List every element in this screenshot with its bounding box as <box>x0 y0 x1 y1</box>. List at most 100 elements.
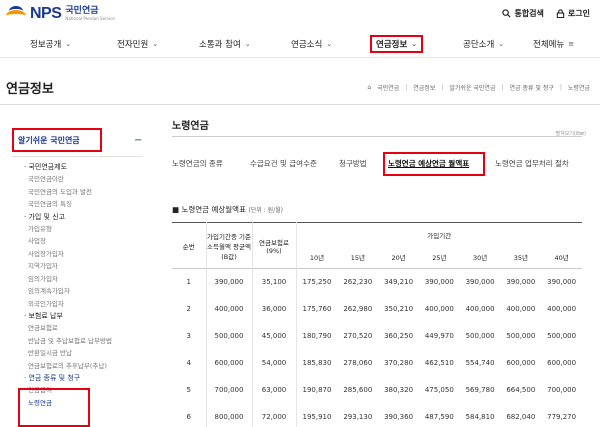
table-cell: 584,810 <box>465 413 495 421</box>
table-cell: 462,510 <box>424 359 454 367</box>
table-cell: 360,250 <box>384 332 414 340</box>
table-cell: 185,830 <box>302 359 332 367</box>
sidebar-title[interactable]: 알기쉬운 국민연금 <box>12 128 102 152</box>
table-cell: 500,000 <box>206 322 253 350</box>
tab-highlight-box <box>383 152 485 176</box>
sidebar-item[interactable]: 지역가입자 <box>28 263 144 270</box>
integrated-search-link[interactable]: 통합검색 <box>502 8 544 19</box>
gnb-item-pension-info[interactable]: 연금정보 ⌄ <box>370 35 424 53</box>
gnb-label: 연금정보 <box>376 40 408 50</box>
table-cell: 449,970 <box>424 332 454 340</box>
table-cell: 500,000 <box>465 332 495 340</box>
table-cell: 195,910 <box>302 413 332 421</box>
header-year: 40년 <box>554 254 569 263</box>
gnb-item-about[interactable]: 공단소개 ⌄ <box>463 38 504 50</box>
table-cell: 54,000 <box>252 349 297 377</box>
table-cell: 2 <box>172 295 207 323</box>
breadcrumb-item[interactable]: 국민연금 <box>377 83 399 92</box>
table-cell: 390,000 <box>424 278 454 287</box>
table-cell: 180,790 <box>302 332 332 340</box>
sidebar-item[interactable]: 국민연금이란 <box>28 176 144 183</box>
table-cell: 400,000 <box>206 295 253 323</box>
sidebar-group-active[interactable]: · 연금 종류 및 청구 <box>24 375 144 382</box>
search-icon <box>502 9 511 18</box>
table-row: 3 500,000 45,000 180,790 270,520 360,250 449,9… <box>172 322 582 350</box>
login-link[interactable]: 로그인 <box>556 8 590 19</box>
gnb-item-all-menu[interactable]: 전체메뉴 ≡ <box>533 38 574 50</box>
chevron-down-icon: ⌄ <box>244 40 251 48</box>
table-cell: 35,100 <box>252 268 297 296</box>
sidebar-item[interactable]: 국민연금의 특징 <box>28 201 144 208</box>
table-cell: 664,500 <box>506 386 536 394</box>
sidebar-item[interactable]: 연금보험료의 추후납부(추납) <box>28 362 144 370</box>
table-cell: 400,000 <box>506 305 536 313</box>
header-year: 15년 <box>350 254 365 263</box>
sidebar-item[interactable]: 임의계속가입자 <box>28 288 144 295</box>
gnb-label: 정보공개 <box>30 40 62 50</box>
table-cell: 390,000 <box>465 278 495 287</box>
table-cell: 400,000 <box>424 305 454 313</box>
sidebar-item[interactable]: 외국인가입자 <box>28 300 144 308</box>
sidebar-item[interactable]: 반납금 및 추납보험료 납부방법 <box>28 337 144 345</box>
chevron-down-icon: ⌄ <box>65 40 72 48</box>
header-income: 가입기간중 기준 소득월액 평균액(B값) <box>206 222 253 269</box>
collapse-icon[interactable]: − <box>134 135 142 146</box>
table-cell: 175,760 <box>302 305 332 313</box>
sidebar-item[interactable]: 사업장가입자 <box>28 250 144 258</box>
gnb-item-info[interactable]: 정보공개 ⌄ <box>30 38 71 50</box>
table-cell: 500,000 <box>506 332 536 340</box>
nps-logo-mark-icon <box>6 4 26 24</box>
table-cell: 700,000 <box>547 386 577 394</box>
sidebar-item[interactable]: 반환일시금 반납 <box>28 350 144 357</box>
table-row: 2 400,000 36,000 175,760 262,980 350,210 400,0… <box>172 295 582 323</box>
tab-claim[interactable]: 청구방법 <box>339 158 367 169</box>
table-unit: (단위 : 원/월) <box>248 207 283 214</box>
breadcrumb-item[interactable]: 노령연금 <box>568 83 590 92</box>
table-cell: 262,980 <box>343 305 373 313</box>
sidebar-group[interactable]: · 보험료 납부 <box>24 313 144 320</box>
header-no: 순번 <box>172 222 207 269</box>
table-row: 1 390,000 35,100 175,250 262,230 349,210 390,0… <box>172 268 582 296</box>
table-cell: 390,000 <box>506 278 536 287</box>
tab-types[interactable]: 노령연금의 종류 <box>172 158 223 169</box>
sidebar-item[interactable]: 국민연금의 도입과 발전 <box>28 188 144 196</box>
gnb-item-eservice[interactable]: 전자민원 ⌄ <box>117 38 158 50</box>
pension-estimate-table: 순번 가입기간중 기준 소득월액 평균액(B값) 연금보험료 (9%) 가입기간… <box>172 222 582 427</box>
sidebar-group[interactable]: · 국민연금제도 <box>24 164 144 171</box>
table-title-text: 노령연금 예상월액표 <box>181 205 246 214</box>
nps-logo[interactable]: NPS 국민연금 National Pension Service <box>6 2 116 26</box>
global-nav: 정보공개 ⌄ 전자민원 ⌄ 소통과 참여 ⌄ 연금소식 ⌄ 연금정보 ⌄ 공단소개 ⌄ 전체… <box>0 34 600 58</box>
table-cell: 600,000 <box>547 359 577 367</box>
tab-process[interactable]: 노령연금 업무처리 절차 <box>495 158 569 169</box>
table-cell: 700,000 <box>206 376 253 404</box>
gnb-item-news[interactable]: 연금소식 ⌄ <box>291 38 332 50</box>
breadcrumb-item[interactable]: 연금정보 <box>413 83 435 92</box>
chevron-down-icon: ⌄ <box>152 40 159 48</box>
sidebar-item[interactable]: 사업장 <box>28 238 144 245</box>
table-cell: 487,590 <box>424 413 454 421</box>
table-cell: 390,360 <box>384 413 414 421</box>
content-title: 노령연금 <box>172 121 209 132</box>
breadcrumb-separator: | <box>441 84 444 91</box>
logo-name-en: National Pension Service <box>65 16 115 21</box>
gnb-label: 연금소식 <box>291 40 323 50</box>
sidebar-item[interactable]: 가입유형 <box>28 225 144 233</box>
sidebar-group[interactable]: · 가입 및 신고 <box>24 213 144 221</box>
header-premium: 연금보험료 (9%) <box>252 222 297 269</box>
tab-requirements[interactable]: 수급요건 및 급여수준 <box>250 158 317 169</box>
home-icon[interactable]: ⌂ <box>367 84 371 91</box>
table-cell: 400,000 <box>547 305 577 313</box>
breadcrumb-item[interactable]: 알기쉬운 국민연금 <box>449 83 495 92</box>
sidebar-item[interactable]: 임의가입자 <box>28 275 144 283</box>
table-cell: 800,000 <box>206 403 253 427</box>
table-cell: 5 <box>172 376 207 404</box>
sidebar-item[interactable]: 연금보험료 <box>28 325 144 332</box>
table-cell: 475,050 <box>424 386 454 394</box>
gnb-item-communication[interactable]: 소통과 참여 ⌄ <box>199 38 251 50</box>
table-cell: 293,130 <box>343 413 373 421</box>
content-divider <box>172 136 582 137</box>
gnb-label: 소통과 참여 <box>199 40 241 50</box>
table-cell: 370,280 <box>384 359 414 367</box>
table-row: 6 800,000 72,000 195,910 293,130 390,360 487,5… <box>172 403 582 427</box>
breadcrumb-item[interactable]: 연금 종류 및 청구 <box>510 83 554 92</box>
